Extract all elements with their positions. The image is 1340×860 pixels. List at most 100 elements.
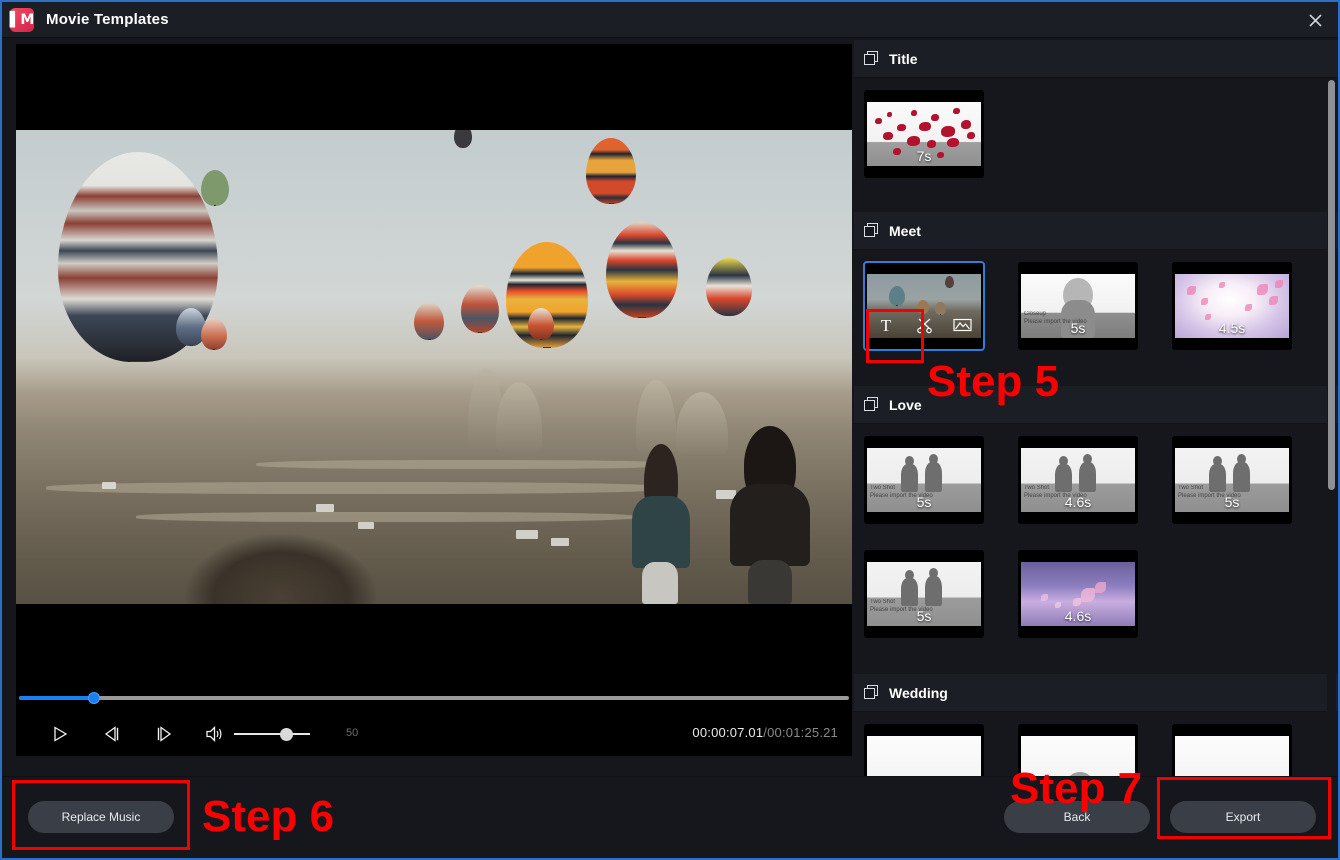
seek-handle[interactable] [88, 692, 100, 704]
template-card[interactable]: Two Shot Please import the video 5s [864, 550, 984, 638]
template-duration: 5s [1224, 494, 1240, 510]
petal-decor [919, 122, 931, 131]
balloon-decor [889, 286, 905, 306]
volume-slider-handle[interactable] [280, 728, 293, 741]
petal-decor [1257, 284, 1268, 295]
app-logo-glyph: ▌M [9, 11, 35, 28]
vehicle [551, 538, 569, 546]
template-card[interactable] [864, 724, 984, 780]
export-button[interactable]: Export [1170, 801, 1316, 833]
video-stage[interactable] [16, 44, 852, 690]
legs [748, 560, 792, 604]
petal-decor [967, 132, 975, 139]
scissors-glyph [916, 318, 932, 333]
vehicle [102, 482, 116, 489]
petal-decor [1081, 588, 1095, 602]
section-title-label: Wedding [889, 684, 948, 701]
close-icon[interactable] [1298, 6, 1332, 34]
template-grid-love: Two Shot Please import the video 5s Two … [854, 424, 1338, 674]
petal-decor [1041, 594, 1048, 601]
vehicle [316, 504, 334, 512]
template-card[interactable]: 4.5s [1172, 262, 1292, 350]
previous-frame-icon[interactable] [98, 722, 126, 746]
timecode-display: 00:00:07.01/00:01:25.21 [692, 725, 838, 740]
petal-decor [961, 120, 971, 129]
torso [730, 484, 810, 566]
volume-value: 50 [346, 727, 359, 739]
next-frame-icon[interactable] [150, 722, 178, 746]
petal-decor [927, 140, 936, 148]
template-duration: 7s [916, 148, 932, 164]
balloon-small [201, 318, 227, 350]
app-logo-icon: ▌M [9, 7, 35, 32]
placeholder-title: Closeup [1024, 310, 1047, 317]
balloon-mid [414, 302, 444, 340]
template-grid-meet: T Closeup Please import the video 5s 4.5… [854, 250, 1338, 386]
section-header-title: Title [854, 40, 1338, 78]
petal-decor [1073, 598, 1081, 606]
legs [642, 562, 678, 604]
layers-icon [864, 396, 880, 413]
petal-decor [897, 124, 906, 131]
movie-templates-window: ▌M Movie Templates 50 00:00:07.01/00:01:… [0, 0, 1340, 860]
person-left-silhouette [628, 444, 694, 604]
template-panel[interactable]: Title 7s Meet T Closeup Please import th… [854, 40, 1338, 780]
vehicle [516, 530, 538, 539]
seek-bar[interactable] [19, 692, 849, 704]
petal-decor [875, 118, 882, 124]
torso [632, 496, 690, 568]
petal-decor [941, 126, 955, 137]
layers-icon [864, 684, 880, 701]
template-card[interactable]: 4.6s [1018, 550, 1138, 638]
play-icon[interactable] [46, 722, 74, 746]
image-icon[interactable] [943, 310, 981, 340]
template-duration: 4.6s [1064, 494, 1092, 510]
layers-icon [864, 50, 880, 67]
balloon-right-striped [606, 222, 678, 318]
play-glyph [54, 726, 68, 742]
section-title-label: Love [889, 396, 922, 413]
volume-slider[interactable] [234, 733, 310, 735]
panel-scrollbar-thumb[interactable] [1328, 80, 1335, 490]
template-grid-title: 7s [854, 78, 1338, 212]
section-header-love: Love [854, 386, 1338, 424]
template-card[interactable]: Two Shot Please import the video 4.6s [1018, 436, 1138, 524]
section-header-meet: Meet [854, 212, 1338, 250]
petal-decor [1269, 296, 1278, 305]
placeholder-title: Two Shot [870, 598, 896, 605]
template-card[interactable]: Two Shot Please import the video 5s [864, 436, 984, 524]
current-time: 00:00:07.01 [692, 725, 764, 740]
petal-decor [907, 136, 920, 146]
template-card[interactable] [1018, 724, 1138, 780]
back-button[interactable]: Back [1004, 801, 1150, 833]
balloon-far-right [706, 258, 752, 316]
volume-glyph [206, 726, 222, 742]
foreground-bush [186, 534, 376, 604]
template-card[interactable]: 7s [864, 90, 984, 178]
petal-decor [1275, 280, 1283, 288]
next-frame-glyph [157, 726, 172, 742]
layers-icon [864, 222, 880, 239]
template-card[interactable]: Closeup Please import the video 5s [1018, 262, 1138, 350]
road [46, 482, 666, 494]
template-card[interactable]: Two Shot Please import the video 5s [1172, 436, 1292, 524]
scissors-icon[interactable] [905, 310, 943, 340]
petal-decor [1201, 298, 1208, 305]
balloon-small-green [201, 170, 229, 206]
panel-scrollbar[interactable] [1327, 80, 1336, 780]
prev-frame-glyph [104, 726, 119, 742]
placeholder-title: Two Shot [1178, 484, 1204, 491]
template-card[interactable] [1172, 724, 1292, 780]
petal-decor [947, 138, 959, 147]
section-title-label: Meet [889, 222, 921, 239]
image-glyph [952, 318, 972, 332]
replace-music-button[interactable]: Replace Music [28, 801, 174, 833]
template-card-selected[interactable]: T [863, 261, 985, 351]
text-icon[interactable]: T [867, 310, 905, 340]
petal-decor [883, 132, 893, 140]
person-right-silhouette [730, 426, 810, 604]
volume-icon[interactable] [201, 722, 229, 746]
section-header-wedding: Wedding [854, 674, 1338, 712]
petal-decor [1187, 286, 1196, 295]
text-glyph: T [880, 315, 892, 335]
